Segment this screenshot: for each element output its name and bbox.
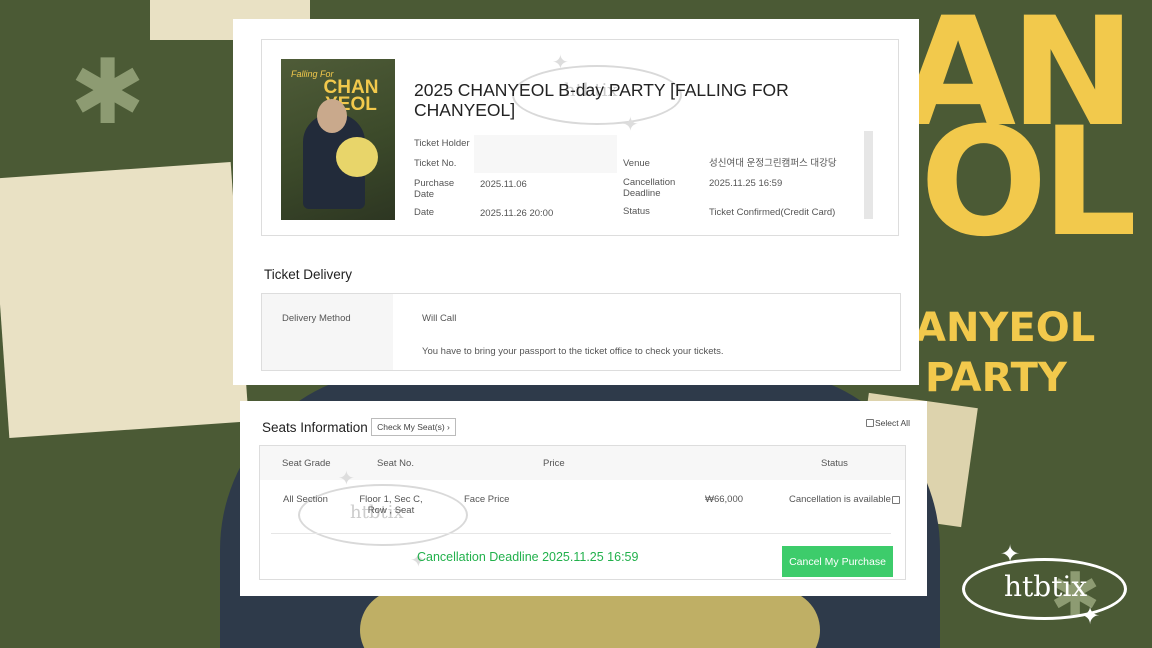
delivery-section-title: Ticket Delivery (264, 267, 353, 282)
price-type: Face Price (464, 494, 510, 505)
scrollbar[interactable] (864, 131, 873, 219)
chevron-right-icon: › (447, 422, 450, 432)
seats-section-title: Seats Information (262, 420, 368, 435)
ticket-card: Falling For CHAN YEOL htbtix ✦ ✦ 2025 CH… (261, 39, 899, 236)
divider (271, 533, 891, 534)
check-seats-button[interactable]: Check My Seat(s) › (371, 418, 456, 436)
sparkle-icon: ✦ (1000, 541, 1021, 568)
seat-grade: All Section (283, 494, 328, 505)
seats-table: Seat Grade Seat No. Price Status htbtix … (259, 445, 906, 580)
purchase-date-value: 2025.11.06 (480, 179, 527, 190)
venue-label: Venue (623, 158, 650, 169)
column-header: Seat Grade (282, 458, 331, 469)
cancel-deadline-notice: Cancellation Deadline 2025.11.25 16:59 (417, 550, 639, 564)
sparkle-icon: ✦ (1080, 603, 1101, 630)
select-all-checkbox[interactable]: Select All (866, 418, 910, 428)
select-all-label: Select All (875, 418, 910, 428)
venue-value: 성신여대 운정그린캠퍼스 대강당 (709, 158, 837, 169)
table-header: Seat Grade Seat No. Price Status (260, 446, 905, 480)
brand-logo: ✦ ✦ htbtix (962, 540, 1132, 630)
price-value: ₩66,000 (705, 494, 744, 505)
column-header: Price (543, 458, 565, 469)
checkbox-icon[interactable] (866, 419, 874, 427)
background-lettering: OL (920, 96, 1137, 270)
delivery-method-label: Delivery Method (282, 313, 351, 324)
cancel-purchase-button[interactable]: Cancel My Purchase (782, 546, 893, 577)
cancel-deadline-label: Cancellation Deadline (623, 177, 676, 199)
status-label: Status (623, 206, 650, 217)
background-lettering: ANYEOL (915, 305, 1096, 351)
asterisk-icon: ✱ (70, 40, 146, 145)
column-header: Status (821, 458, 848, 469)
ticket-number-label: Ticket No. (414, 158, 457, 169)
seat-status: Cancellation is available (789, 494, 891, 505)
date-value: 2025.11.26 20:00 (480, 208, 554, 219)
masked-info (474, 135, 617, 173)
ticket-panel: Falling For CHAN YEOL htbtix ✦ ✦ 2025 CH… (233, 19, 919, 385)
sparkle-icon: ✦ (552, 52, 569, 74)
event-title: 2025 CHANYEOL B-day PARTY [FALLING FOR C… (414, 80, 789, 120)
seats-panel: Seats Information Check My Seat(s) › Sel… (240, 401, 927, 596)
delivery-method-value: Will Call (422, 313, 457, 324)
delivery-note: You have to bring your passport to the t… (422, 346, 724, 357)
status-value: Ticket Confirmed(Credit Card) (709, 207, 836, 218)
purchase-date-label: Purchase Date (414, 178, 455, 200)
cancel-deadline-value: 2025.11.25 16:59 (709, 178, 783, 189)
check-seats-label: Check My Seat(s) (377, 422, 445, 432)
delivery-box: Delivery Method Will Call You have to br… (261, 293, 901, 371)
column-header: Seat No. (377, 458, 414, 469)
seat-number: Floor 1, Sec C, Row , Seat (359, 494, 423, 516)
seat-checkbox[interactable] (892, 496, 900, 504)
date-label: Date (414, 207, 435, 218)
background-lettering: PARTY (925, 355, 1067, 401)
background-paper (0, 161, 249, 439)
background-flowers (360, 590, 820, 648)
event-poster: Falling For CHAN YEOL (281, 59, 395, 220)
ticket-holder-label: Ticket Holder (414, 138, 470, 149)
